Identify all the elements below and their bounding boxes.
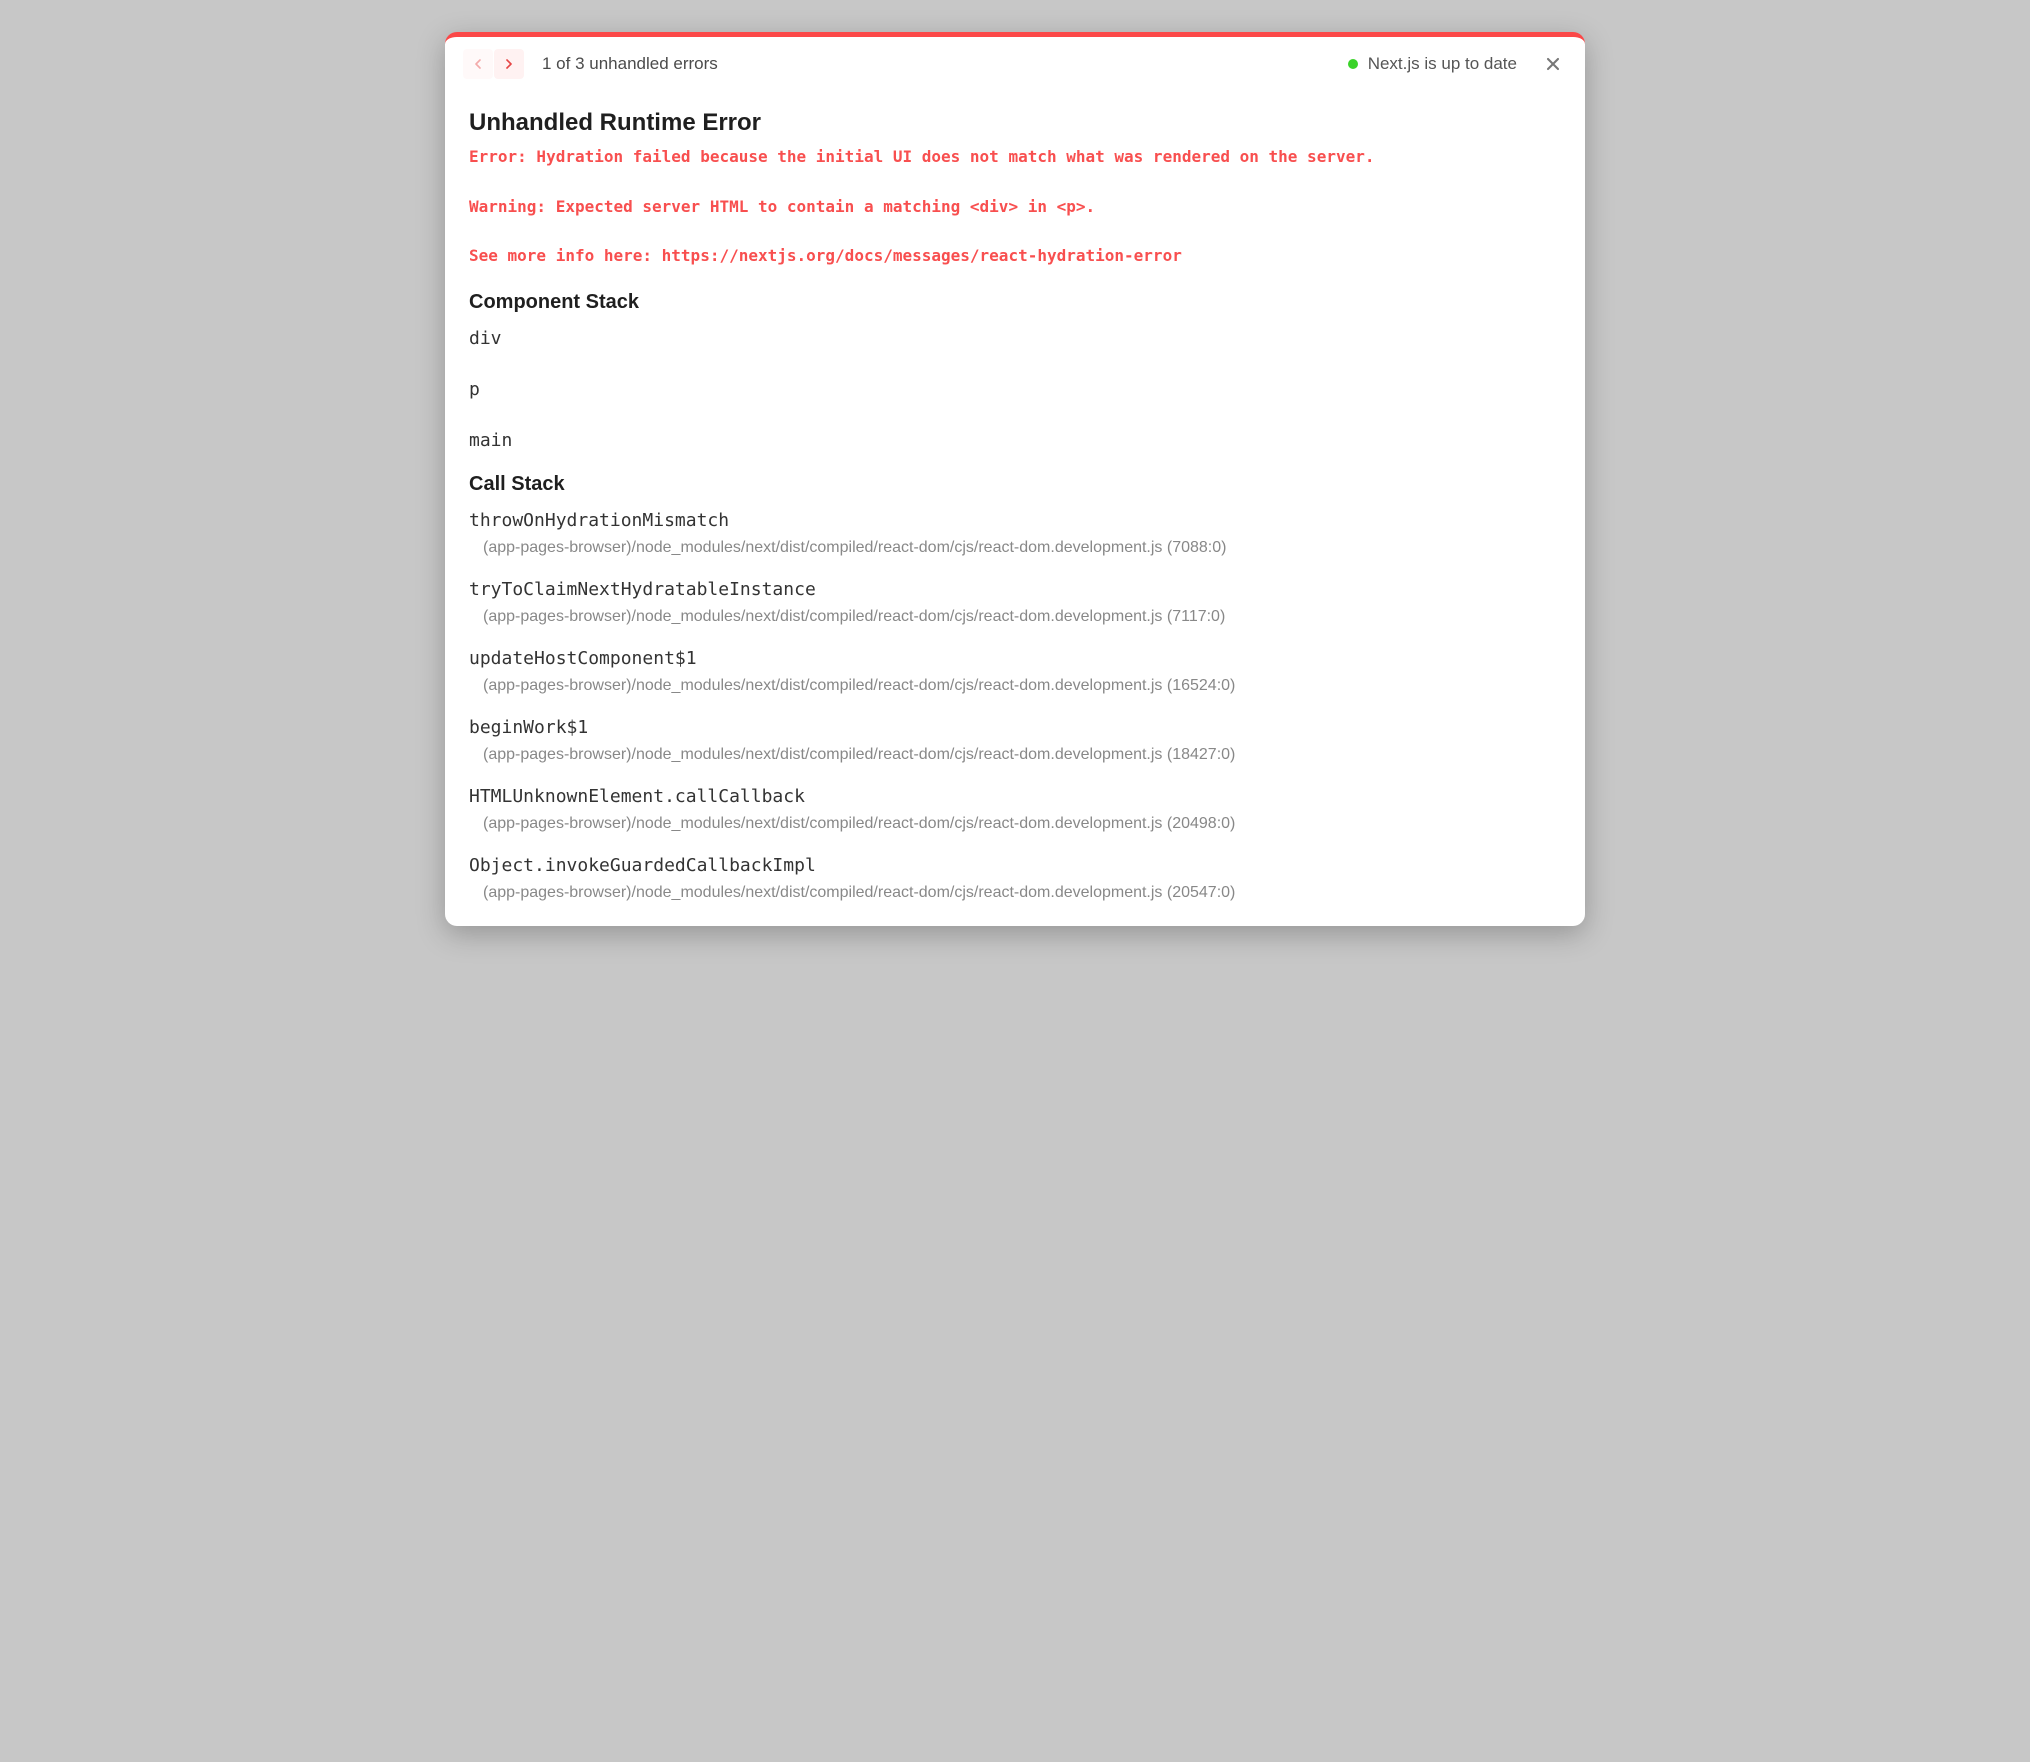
- close-button[interactable]: [1539, 50, 1567, 78]
- arrow-right-icon: [501, 56, 517, 72]
- frame-location: (app-pages-browser)/node_modules/next/di…: [469, 884, 1561, 902]
- stack-frame: throwOnHydrationMismatch (app-pages-brows…: [469, 510, 1561, 557]
- error-overlay: 1 of 3 unhandled errors Next.js is up to…: [445, 32, 1585, 926]
- frame-location: (app-pages-browser)/node_modules/next/di…: [469, 746, 1561, 764]
- stack-frame: HTMLUnknownElement.callCallback (app-page…: [469, 786, 1561, 833]
- version-status: Next.js is up to date: [1348, 54, 1517, 74]
- next-error-button[interactable]: [494, 49, 524, 79]
- error-message: Error: Hydration failed because the init…: [469, 145, 1561, 269]
- info-line: See more info here: https://nextjs.org/d…: [469, 246, 1182, 265]
- error-counter: 1 of 3 unhandled errors: [542, 54, 718, 74]
- close-icon: [1543, 54, 1563, 74]
- frame-function: HTMLUnknownElement.callCallback: [469, 786, 1561, 807]
- frame-function: Object.invokeGuardedCallbackImpl: [469, 855, 1561, 876]
- error-line: Error: Hydration failed because the init…: [469, 147, 1374, 166]
- call-stack-list: throwOnHydrationMismatch (app-pages-brows…: [469, 510, 1561, 902]
- error-title: Unhandled Runtime Error: [469, 109, 1561, 137]
- error-nav: [463, 49, 524, 79]
- stack-frame: updateHostComponent$1 (app-pages-browser)…: [469, 648, 1561, 695]
- frame-location: (app-pages-browser)/node_modules/next/di…: [469, 608, 1561, 626]
- warning-line: Warning: Expected server HTML to contain…: [469, 197, 1095, 216]
- prev-error-button[interactable]: [463, 49, 493, 79]
- component-stack-list: div p main: [469, 328, 1561, 451]
- frame-location: (app-pages-browser)/node_modules/next/di…: [469, 815, 1561, 833]
- stack-frame: beginWork$1 (app-pages-browser)/node_modu…: [469, 717, 1561, 764]
- arrow-left-icon: [470, 56, 486, 72]
- overlay-body: Unhandled Runtime Error Error: Hydration…: [445, 91, 1585, 926]
- frame-function: beginWork$1: [469, 717, 1561, 738]
- call-stack-heading: Call Stack: [469, 473, 1561, 496]
- status-dot-icon: [1348, 59, 1358, 69]
- frame-function: updateHostComponent$1: [469, 648, 1561, 669]
- stack-frame: Object.invokeGuardedCallbackImpl (app-pag…: [469, 855, 1561, 902]
- stack-frame: tryToClaimNextHydratableInstance (app-pag…: [469, 579, 1561, 626]
- component-stack-item: main: [469, 430, 1561, 451]
- status-text: Next.js is up to date: [1368, 54, 1517, 74]
- component-stack-item: p: [469, 379, 1561, 400]
- component-stack-item: div: [469, 328, 1561, 349]
- frame-function: throwOnHydrationMismatch: [469, 510, 1561, 531]
- frame-function: tryToClaimNextHydratableInstance: [469, 579, 1561, 600]
- frame-location: (app-pages-browser)/node_modules/next/di…: [469, 539, 1561, 557]
- frame-location: (app-pages-browser)/node_modules/next/di…: [469, 677, 1561, 695]
- overlay-header: 1 of 3 unhandled errors Next.js is up to…: [445, 37, 1585, 91]
- component-stack-heading: Component Stack: [469, 291, 1561, 314]
